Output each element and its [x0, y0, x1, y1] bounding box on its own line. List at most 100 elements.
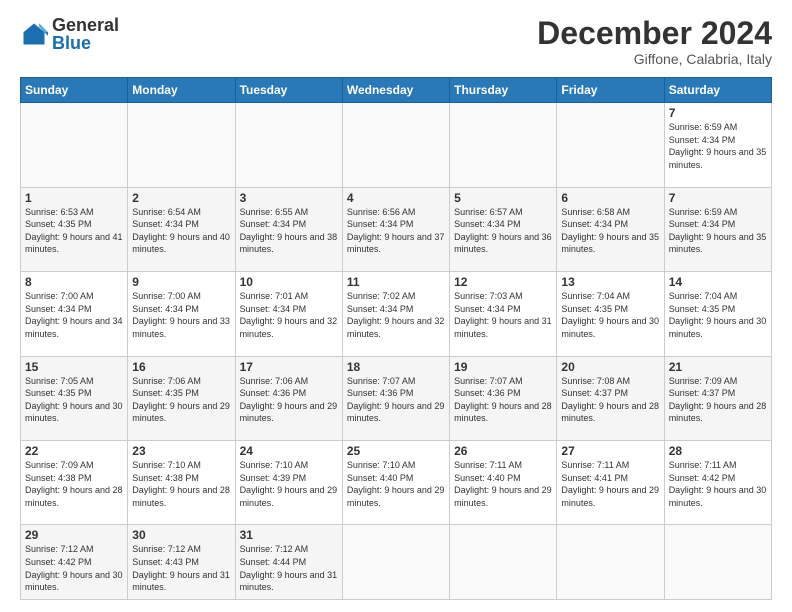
day-info: Sunrise: 7:11 AM Sunset: 4:41 PM Dayligh… — [561, 459, 659, 509]
day-info: Sunrise: 6:57 AM Sunset: 4:34 PM Dayligh… — [454, 206, 552, 256]
day-info: Sunrise: 7:12 AM Sunset: 4:44 PM Dayligh… — [240, 543, 338, 593]
day-info: Sunrise: 7:04 AM Sunset: 4:35 PM Dayligh… — [669, 290, 767, 340]
day-info: Sunrise: 7:00 AM Sunset: 4:34 PM Dayligh… — [25, 290, 123, 340]
day-info: Sunrise: 7:07 AM Sunset: 4:36 PM Dayligh… — [347, 375, 445, 425]
title-block: December 2024 Giffone, Calabria, Italy — [537, 16, 772, 67]
day-info: Sunrise: 7:09 AM Sunset: 4:38 PM Dayligh… — [25, 459, 123, 509]
day-info: Sunrise: 6:55 AM Sunset: 4:34 PM Dayligh… — [240, 206, 338, 256]
calendar-cell: 30 Sunrise: 7:12 AM Sunset: 4:43 PM Dayl… — [128, 525, 235, 600]
calendar-cell: 20 Sunrise: 7:08 AM Sunset: 4:37 PM Dayl… — [557, 356, 664, 440]
day-number: 28 — [669, 444, 767, 458]
day-number: 4 — [347, 191, 445, 205]
day-info: Sunrise: 7:12 AM Sunset: 4:43 PM Dayligh… — [132, 543, 230, 593]
calendar-cell: 6 Sunrise: 6:58 AM Sunset: 4:34 PM Dayli… — [557, 187, 664, 271]
calendar-week-2: 8 Sunrise: 7:00 AM Sunset: 4:34 PM Dayli… — [21, 272, 772, 356]
logo-text: General Blue — [52, 16, 119, 52]
calendar-cell: 7 Sunrise: 6:59 AM Sunset: 4:34 PM Dayli… — [664, 187, 771, 271]
calendar-cell: 17 Sunrise: 7:06 AM Sunset: 4:36 PM Dayl… — [235, 356, 342, 440]
day-number: 31 — [240, 528, 338, 542]
page: General Blue December 2024 Giffone, Cala… — [0, 0, 792, 612]
calendar-cell: 21 Sunrise: 7:09 AM Sunset: 4:37 PM Dayl… — [664, 356, 771, 440]
day-info: Sunrise: 7:01 AM Sunset: 4:34 PM Dayligh… — [240, 290, 338, 340]
day-number: 13 — [561, 275, 659, 289]
day-number: 3 — [240, 191, 338, 205]
calendar-week-0: 7 Sunrise: 6:59 AM Sunset: 4:34 PM Dayli… — [21, 103, 772, 187]
day-info: Sunrise: 6:53 AM Sunset: 4:35 PM Dayligh… — [25, 206, 123, 256]
logo: General Blue — [20, 16, 119, 52]
calendar-cell — [557, 103, 664, 187]
header-monday: Monday — [128, 78, 235, 103]
day-info: Sunrise: 7:08 AM Sunset: 4:37 PM Dayligh… — [561, 375, 659, 425]
calendar-cell — [235, 103, 342, 187]
day-number: 21 — [669, 360, 767, 374]
day-info: Sunrise: 7:03 AM Sunset: 4:34 PM Dayligh… — [454, 290, 552, 340]
day-info: Sunrise: 6:56 AM Sunset: 4:34 PM Dayligh… — [347, 206, 445, 256]
calendar-cell: 5 Sunrise: 6:57 AM Sunset: 4:34 PM Dayli… — [450, 187, 557, 271]
day-number: 22 — [25, 444, 123, 458]
header-friday: Friday — [557, 78, 664, 103]
day-number: 9 — [132, 275, 230, 289]
day-number: 17 — [240, 360, 338, 374]
calendar-cell: 24 Sunrise: 7:10 AM Sunset: 4:39 PM Dayl… — [235, 441, 342, 525]
day-number: 24 — [240, 444, 338, 458]
day-info: Sunrise: 6:54 AM Sunset: 4:34 PM Dayligh… — [132, 206, 230, 256]
day-number: 6 — [561, 191, 659, 205]
day-number: 2 — [132, 191, 230, 205]
day-info: Sunrise: 7:07 AM Sunset: 4:36 PM Dayligh… — [454, 375, 552, 425]
header-wednesday: Wednesday — [342, 78, 449, 103]
day-number: 20 — [561, 360, 659, 374]
day-number: 30 — [132, 528, 230, 542]
calendar-cell — [450, 103, 557, 187]
calendar-cell — [342, 525, 449, 600]
calendar-cell — [128, 103, 235, 187]
calendar-cell: 26 Sunrise: 7:11 AM Sunset: 4:40 PM Dayl… — [450, 441, 557, 525]
calendar-cell: 15 Sunrise: 7:05 AM Sunset: 4:35 PM Dayl… — [21, 356, 128, 440]
calendar-cell: 22 Sunrise: 7:09 AM Sunset: 4:38 PM Dayl… — [21, 441, 128, 525]
header-saturday: Saturday — [664, 78, 771, 103]
day-number: 1 — [25, 191, 123, 205]
calendar-cell — [664, 525, 771, 600]
calendar-cell: 14 Sunrise: 7:04 AM Sunset: 4:35 PM Dayl… — [664, 272, 771, 356]
calendar-cell: 13 Sunrise: 7:04 AM Sunset: 4:35 PM Dayl… — [557, 272, 664, 356]
day-number: 10 — [240, 275, 338, 289]
day-number: 11 — [347, 275, 445, 289]
day-number: 29 — [25, 528, 123, 542]
day-info: Sunrise: 7:11 AM Sunset: 4:40 PM Dayligh… — [454, 459, 552, 509]
calendar-cell: 3 Sunrise: 6:55 AM Sunset: 4:34 PM Dayli… — [235, 187, 342, 271]
day-number: 23 — [132, 444, 230, 458]
day-number: 27 — [561, 444, 659, 458]
day-info: Sunrise: 7:06 AM Sunset: 4:36 PM Dayligh… — [240, 375, 338, 425]
month-title: December 2024 — [537, 16, 772, 51]
header-tuesday: Tuesday — [235, 78, 342, 103]
day-number: 15 — [25, 360, 123, 374]
calendar-cell: 4 Sunrise: 6:56 AM Sunset: 4:34 PM Dayli… — [342, 187, 449, 271]
calendar-header-row: SundayMondayTuesdayWednesdayThursdayFrid… — [21, 78, 772, 103]
day-number: 14 — [669, 275, 767, 289]
logo-icon — [20, 20, 48, 48]
day-number: 7 — [669, 191, 767, 205]
day-info: Sunrise: 6:59 AM Sunset: 4:34 PM Dayligh… — [669, 206, 767, 256]
calendar-cell — [557, 525, 664, 600]
calendar-cell — [342, 103, 449, 187]
day-number: 18 — [347, 360, 445, 374]
day-number: 12 — [454, 275, 552, 289]
calendar-cell: 11 Sunrise: 7:02 AM Sunset: 4:34 PM Dayl… — [342, 272, 449, 356]
day-info: Sunrise: 6:59 AM Sunset: 4:34 PM Dayligh… — [669, 121, 767, 171]
calendar-week-3: 15 Sunrise: 7:05 AM Sunset: 4:35 PM Dayl… — [21, 356, 772, 440]
day-number: 26 — [454, 444, 552, 458]
calendar-cell: 2 Sunrise: 6:54 AM Sunset: 4:34 PM Dayli… — [128, 187, 235, 271]
calendar-cell — [21, 103, 128, 187]
calendar-cell: 7 Sunrise: 6:59 AM Sunset: 4:34 PM Dayli… — [664, 103, 771, 187]
calendar-week-5: 29 Sunrise: 7:12 AM Sunset: 4:42 PM Dayl… — [21, 525, 772, 600]
calendar-cell: 12 Sunrise: 7:03 AM Sunset: 4:34 PM Dayl… — [450, 272, 557, 356]
calendar-cell: 18 Sunrise: 7:07 AM Sunset: 4:36 PM Dayl… — [342, 356, 449, 440]
day-number: 5 — [454, 191, 552, 205]
calendar-week-4: 22 Sunrise: 7:09 AM Sunset: 4:38 PM Dayl… — [21, 441, 772, 525]
calendar: SundayMondayTuesdayWednesdayThursdayFrid… — [20, 77, 772, 600]
logo-general: General — [52, 15, 119, 35]
header-sunday: Sunday — [21, 78, 128, 103]
calendar-week-1: 1 Sunrise: 6:53 AM Sunset: 4:35 PM Dayli… — [21, 187, 772, 271]
day-info: Sunrise: 7:05 AM Sunset: 4:35 PM Dayligh… — [25, 375, 123, 425]
day-info: Sunrise: 7:10 AM Sunset: 4:40 PM Dayligh… — [347, 459, 445, 509]
calendar-cell — [450, 525, 557, 600]
